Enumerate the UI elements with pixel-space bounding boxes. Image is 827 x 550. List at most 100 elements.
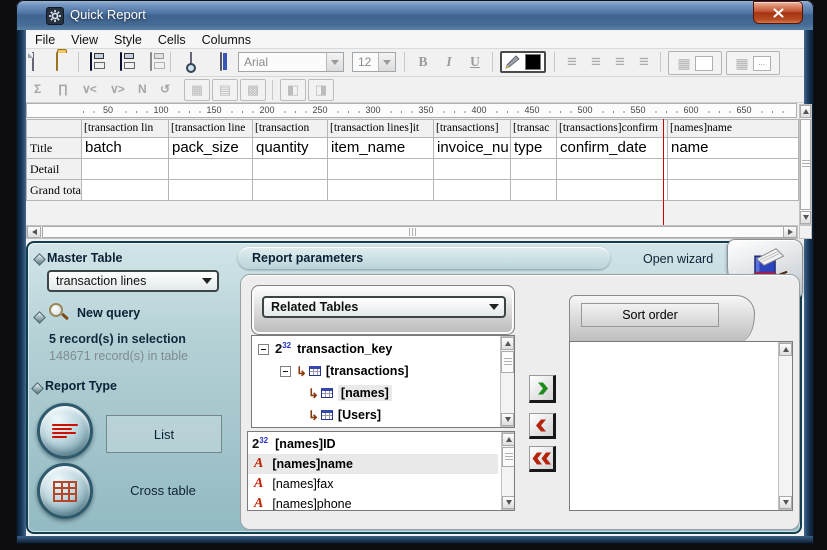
font-size-dropdown-button[interactable] (378, 53, 395, 71)
detail-cell[interactable] (668, 159, 799, 180)
title-cell[interactable]: name (668, 138, 799, 159)
tree-item-transactions[interactable]: ↳ [transactions] (252, 361, 497, 381)
scroll-up-button[interactable] (501, 337, 514, 350)
menu-cells[interactable]: Cells (158, 33, 186, 47)
save-as-icon[interactable] (120, 52, 122, 71)
font-family-dropdown-button[interactable] (326, 53, 343, 71)
detail-cell[interactable] (169, 159, 253, 180)
scroll-thumb[interactable] (502, 447, 515, 467)
grand-total-cell[interactable] (82, 180, 169, 201)
title-cell[interactable]: confirm_date (557, 138, 668, 159)
tree-item-names[interactable]: ↳ [names] (252, 383, 497, 403)
title-cell[interactable]: item_name (328, 138, 434, 159)
scroll-down-button[interactable] (779, 496, 792, 509)
italic-button[interactable]: I (438, 52, 460, 72)
scroll-down-button[interactable] (800, 211, 811, 224)
row-label-detail[interactable]: Detail (27, 159, 82, 180)
field-item-phone[interactable]: A [names]phone (248, 494, 498, 511)
title-cell[interactable]: pack_size (169, 138, 253, 159)
scroll-up-button[interactable] (502, 433, 515, 446)
related-tables-select[interactable]: Related Tables (262, 296, 506, 318)
column-header[interactable]: [transaction line (169, 120, 253, 138)
fields-scrollbar[interactable] (501, 432, 515, 510)
underline-button[interactable]: U (464, 52, 486, 72)
detail-cell[interactable] (82, 159, 169, 180)
bold-button[interactable]: B (412, 52, 434, 72)
grand-total-cell[interactable] (434, 180, 511, 201)
column-header[interactable]: [names]name (668, 120, 799, 138)
column-header[interactable]: [transac (511, 120, 557, 138)
column-header[interactable]: [transaction lines]it (328, 120, 434, 138)
text-color-button[interactable] (500, 51, 546, 73)
close-button[interactable] (753, 1, 803, 24)
fields-list[interactable]: 232 [names]ID A [names]name A [names]fax… (247, 431, 515, 511)
grand-total-cell[interactable] (169, 180, 253, 201)
font-size-select[interactable]: 12 (352, 52, 396, 72)
scroll-up-button[interactable] (779, 343, 792, 356)
tree-item-users[interactable]: ↳ [Users] (252, 405, 497, 425)
column-header[interactable]: [transactions] (434, 120, 511, 138)
grand-total-cell[interactable] (668, 180, 799, 201)
align-justify-icon[interactable]: ≡ (634, 52, 654, 72)
field-item-id[interactable]: 232 [names]ID (248, 434, 498, 454)
remove-sort-field-button[interactable] (529, 413, 556, 439)
scroll-down-button[interactable] (502, 496, 515, 509)
new-document-icon[interactable] (32, 52, 34, 71)
row-label-grand-total[interactable]: Grand total (27, 180, 82, 201)
menu-file[interactable]: File (35, 33, 55, 47)
save-icon[interactable] (90, 52, 92, 71)
grand-total-cell[interactable] (557, 180, 668, 201)
sort-scrollbar[interactable] (778, 342, 793, 510)
field-item-name-selected[interactable]: A [names]name (248, 454, 498, 474)
printer-icon[interactable] (220, 52, 222, 71)
align-left-icon[interactable]: ≡ (562, 52, 582, 72)
cell-borders-button[interactable]: ▦ ... (726, 51, 780, 75)
title-cell[interactable]: invoice_nu (434, 138, 511, 159)
grand-total-cell[interactable] (511, 180, 557, 201)
grand-total-cell[interactable] (328, 180, 434, 201)
collapse-toggle-icon[interactable] (280, 366, 291, 377)
title-cell[interactable]: quantity (253, 138, 328, 159)
scroll-right-button[interactable] (783, 226, 797, 238)
master-table-select[interactable]: transaction lines (47, 270, 219, 292)
vertical-scrollbar[interactable] (799, 104, 812, 225)
sort-order-list[interactable] (569, 341, 793, 511)
row-label-title[interactable]: Title (27, 138, 82, 159)
print-preview-icon[interactable] (190, 52, 192, 71)
scroll-left-button[interactable] (27, 226, 41, 238)
detail-cell[interactable] (511, 159, 557, 180)
detail-cell[interactable] (434, 159, 511, 180)
list-type-selected-box[interactable]: List (106, 415, 222, 453)
scroll-thumb[interactable] (501, 351, 514, 373)
menu-style[interactable]: Style (114, 33, 142, 47)
grand-total-cell[interactable] (253, 180, 328, 201)
title-bar[interactable]: Quick Report (16, 0, 814, 30)
field-item-fax[interactable]: A [names]fax (248, 474, 498, 494)
detail-cell[interactable] (557, 159, 668, 180)
remove-all-sort-fields-button[interactable] (529, 446, 556, 472)
scroll-down-button[interactable] (501, 413, 514, 426)
detail-cell[interactable] (328, 159, 434, 180)
menu-view[interactable]: View (71, 33, 98, 47)
cell-background-button[interactable]: ▦ (668, 51, 722, 75)
list-report-button[interactable] (37, 403, 93, 459)
menu-columns[interactable]: Columns (202, 33, 251, 47)
font-family-select[interactable]: Arial (238, 52, 344, 72)
collapse-toggle-icon[interactable] (258, 344, 269, 355)
structure-tree[interactable]: 232 transaction_key ↳ [transactions] ↳ [… (251, 335, 515, 428)
ruler[interactable]: 50 100 150 200 250 300 350 400 450 500 5… (26, 103, 797, 118)
add-sort-field-button[interactable] (529, 375, 556, 403)
align-center-icon[interactable]: ≡ (586, 52, 606, 72)
vertical-scroll-thumb[interactable] (800, 119, 811, 210)
horizontal-scrollbar[interactable] (26, 225, 798, 239)
new-query-button[interactable]: New query (77, 306, 140, 320)
align-right-icon[interactable]: ≡ (610, 52, 630, 72)
tree-scrollbar[interactable] (500, 336, 515, 427)
scroll-up-button[interactable] (800, 105, 811, 118)
open-folder-icon[interactable] (56, 52, 58, 71)
tree-item-transaction-key[interactable]: 232 transaction_key (252, 339, 497, 359)
title-cell[interactable]: type (511, 138, 557, 159)
horizontal-scroll-thumb[interactable] (42, 226, 784, 238)
column-header[interactable]: [transactions]confirm (557, 120, 668, 138)
cross-table-report-button[interactable] (37, 463, 93, 519)
